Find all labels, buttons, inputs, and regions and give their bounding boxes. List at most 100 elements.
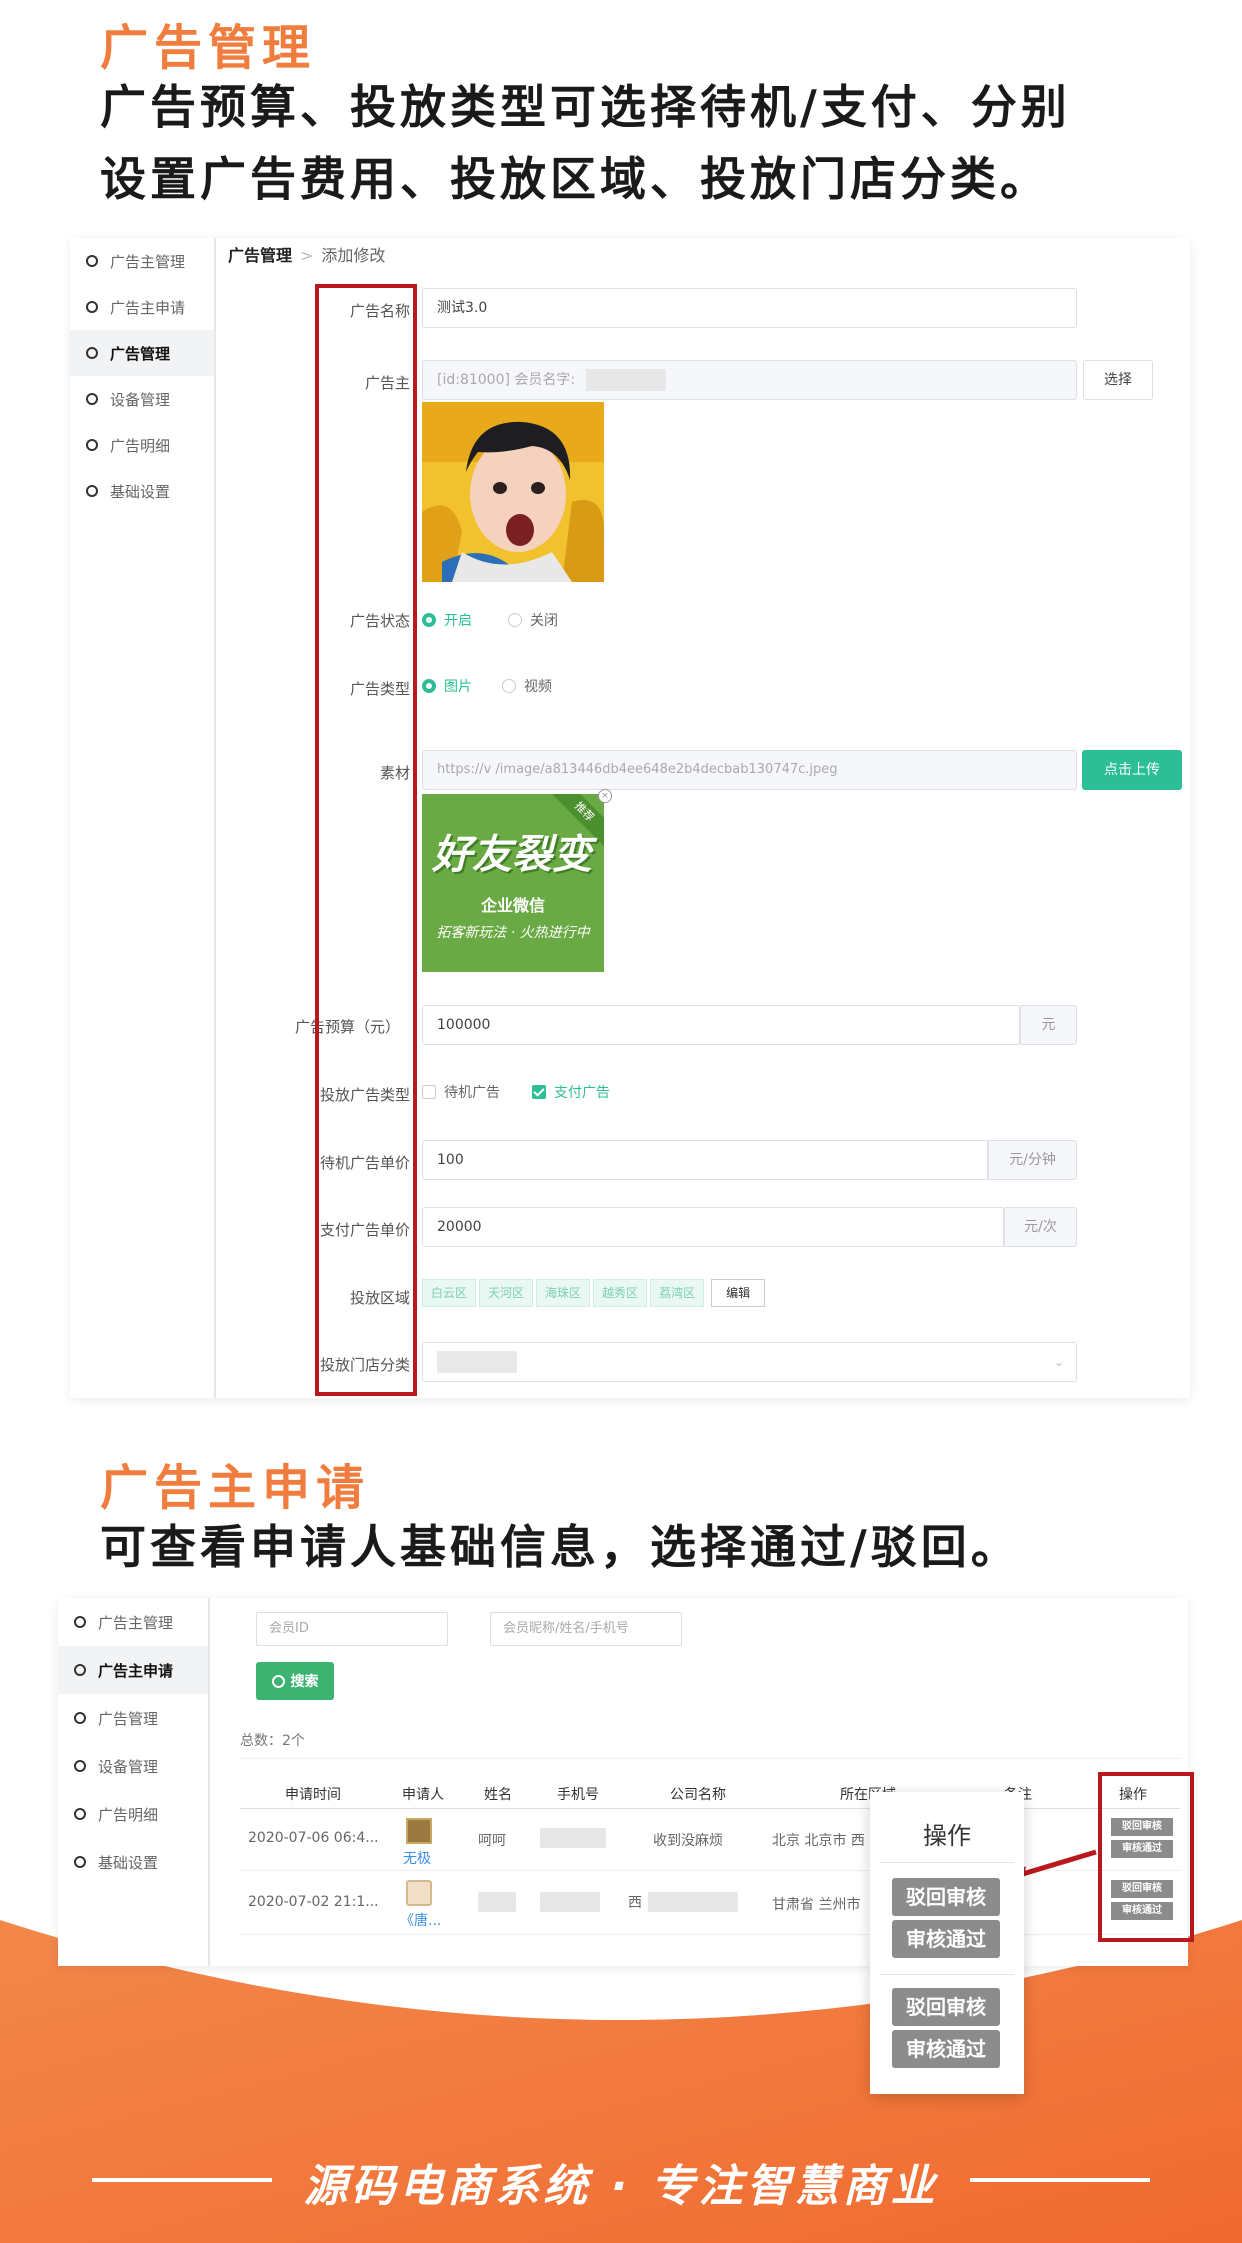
- ad-edit-panel: 广告主管理 广告主申请 广告管理 设备管理 广告明细 基础设置 广告管理 > 添加修…: [70, 238, 1190, 1398]
- upload-button[interactable]: 点击上传: [1082, 750, 1182, 790]
- sidebar-item-ad-detail[interactable]: 广告明细: [70, 422, 214, 468]
- search-button-label: 搜索: [290, 1674, 319, 1690]
- breadcrumb-root[interactable]: 广告管理: [228, 246, 292, 265]
- status-on-label: 开启: [444, 613, 472, 629]
- circle-icon: [86, 347, 98, 359]
- divider: [880, 1974, 1014, 1975]
- popup-reject-button[interactable]: 驳回审核: [892, 1988, 1000, 2026]
- checkbox-icon: [422, 1085, 436, 1099]
- sidebar-item-advertiser-mgmt[interactable]: 广告主管理: [58, 1598, 208, 1646]
- popup-reject-button[interactable]: 驳回审核: [892, 1878, 1000, 1916]
- action-zoom-popup: 操作 驳回审核 审核通过 驳回审核 审核通过: [870, 1792, 1024, 2094]
- region-tag: 天河区: [479, 1279, 534, 1307]
- sidebar-item-label: 广告明细: [98, 1805, 159, 1824]
- pay-ad-checkbox[interactable]: 支付广告: [532, 1082, 610, 1102]
- circle-icon: [86, 485, 98, 497]
- type-image-label: 图片: [444, 679, 472, 695]
- sidebar-item-ad-mgmt[interactable]: 广告管理: [58, 1694, 208, 1742]
- type-video-radio[interactable]: 视频: [502, 676, 552, 696]
- circle-icon: [86, 255, 98, 267]
- cell-time: 2020-07-02 21:1...: [248, 1894, 378, 1910]
- checkbox-checked-icon: [532, 1085, 546, 1099]
- status-off-radio[interactable]: 关闭: [508, 610, 558, 630]
- cell-name-redacted: [478, 1892, 516, 1912]
- standby-ad-checkbox[interactable]: 待机广告: [422, 1082, 500, 1102]
- edit-region-button[interactable]: 编辑: [711, 1279, 766, 1307]
- sidebar-item-label: 基础设置: [110, 482, 171, 501]
- col-header-name: 姓名: [484, 1787, 512, 1803]
- status-off-label: 关闭: [530, 613, 558, 629]
- section1-title: 广告管理: [100, 20, 317, 76]
- sidebar-item-device-mgmt[interactable]: 设备管理: [58, 1742, 208, 1790]
- cell-applicant[interactable]: 无极: [403, 1848, 431, 1868]
- popup-approve-button[interactable]: 审核通过: [892, 1920, 1000, 1958]
- budget-input[interactable]: 100000: [422, 1005, 1020, 1045]
- divider: [880, 1862, 1014, 1863]
- select-advertiser-button[interactable]: 选择: [1083, 360, 1153, 400]
- search-icon: [271, 1674, 285, 1688]
- advertiser-avatar-image: [422, 402, 604, 582]
- sidebar-item-ad-detail[interactable]: 广告明细: [58, 1790, 208, 1838]
- member-id-input[interactable]: 会员ID: [256, 1612, 448, 1646]
- sidebar-item-label: 广告主申请: [98, 1661, 174, 1680]
- circle-icon: [74, 1616, 86, 1628]
- cell-company: 收到没麻烦: [653, 1833, 723, 1849]
- applicant-avatar: [406, 1818, 432, 1844]
- region-tags: 白云区 天河区 海珠区 越秀区 荔湾区 编辑: [422, 1279, 766, 1307]
- material-url-input[interactable]: https://v /image/a813446db4ee648e2b4decb…: [422, 750, 1077, 790]
- cell-region: 北京 北京市 西: [772, 1833, 865, 1849]
- search-button[interactable]: 搜索: [256, 1662, 334, 1700]
- section1-desc-line1: 广告预算、投放类型可选择待机/支付、分别: [100, 80, 1071, 134]
- sidebar: 广告主管理 广告主申请 广告管理 设备管理 广告明细 基础设置: [58, 1598, 210, 1966]
- type-video-label: 视频: [524, 679, 552, 695]
- cell-phone-redacted: [540, 1892, 600, 1912]
- breadcrumb-sep: >: [300, 246, 314, 265]
- material-line3: 拓客新玩法 · 火热进行中: [436, 925, 590, 941]
- selected-category-tag: [437, 1351, 517, 1373]
- standby-price-unit: 元/分钟: [988, 1140, 1077, 1180]
- region-tag: 白云区: [422, 1279, 477, 1307]
- radio-off-icon: [502, 679, 516, 693]
- sidebar-item-label: 广告明细: [110, 436, 171, 455]
- sidebar-item-ad-mgmt[interactable]: 广告管理: [70, 330, 214, 376]
- page: 广告管理 广告预算、投放类型可选择待机/支付、分别 设置广告费用、投放区域、投放…: [0, 0, 1242, 2243]
- chevron-down-icon: ⌄: [1053, 1355, 1064, 1369]
- sidebar-item-advertiser-apply[interactable]: 广告主申请: [58, 1646, 208, 1694]
- col-header-company: 公司名称: [670, 1787, 726, 1803]
- store-category-select[interactable]: ⌄: [422, 1342, 1077, 1382]
- footer-slogan: 源码电商系统 · 专注智慧商业: [303, 2161, 939, 2212]
- sidebar-item-label: 设备管理: [98, 1757, 159, 1776]
- sidebar-item-advertiser-mgmt[interactable]: 广告主管理: [70, 238, 214, 284]
- circle-icon: [86, 393, 98, 405]
- region-tag: 荔湾区: [650, 1279, 705, 1307]
- cell-company: 西: [628, 1895, 642, 1911]
- radio-off-icon: [508, 613, 522, 627]
- action-highlight-frame: [1098, 1772, 1194, 1942]
- advertiser-input[interactable]: [id:81000] 会员名字:: [422, 360, 1077, 400]
- pay-price-input[interactable]: 20000: [422, 1207, 1004, 1247]
- sidebar-item-basic-settings[interactable]: 基础设置: [70, 468, 214, 514]
- applicant-avatar: [406, 1880, 432, 1906]
- popup-approve-button[interactable]: 审核通过: [892, 2030, 1000, 2068]
- region-tag: 越秀区: [593, 1279, 648, 1307]
- standby-price-input[interactable]: 100: [422, 1140, 988, 1180]
- region-tag: 海珠区: [536, 1279, 591, 1307]
- material-line1: 好友裂变: [432, 832, 592, 878]
- sidebar-item-label: 基础设置: [98, 1853, 159, 1872]
- sidebar-item-basic-settings[interactable]: 基础设置: [58, 1838, 208, 1886]
- circle-icon: [74, 1712, 86, 1724]
- status-on-radio[interactable]: 开启: [422, 610, 472, 630]
- remove-image-icon[interactable]: ×: [598, 789, 612, 803]
- type-image-radio[interactable]: 图片: [422, 676, 472, 696]
- ad-name-input[interactable]: 测试3.0: [422, 288, 1077, 328]
- total-count: 总数：2个: [240, 1733, 305, 1749]
- cell-region: 甘肃省 兰州市: [772, 1897, 861, 1913]
- standby-ad-label: 待机广告: [444, 1085, 500, 1101]
- highlight-frame: [315, 284, 417, 1396]
- breadcrumb: 广告管理 > 添加修改: [228, 242, 385, 266]
- pay-ad-label: 支付广告: [554, 1085, 610, 1101]
- section2-desc: 可查看申请人基础信息，选择通过/驳回。: [100, 1520, 1021, 1574]
- cell-applicant[interactable]: 《唐...: [400, 1910, 441, 1930]
- keyword-input[interactable]: 会员昵称/姓名/手机号: [490, 1612, 682, 1646]
- col-header-time: 申请时间: [285, 1787, 341, 1803]
